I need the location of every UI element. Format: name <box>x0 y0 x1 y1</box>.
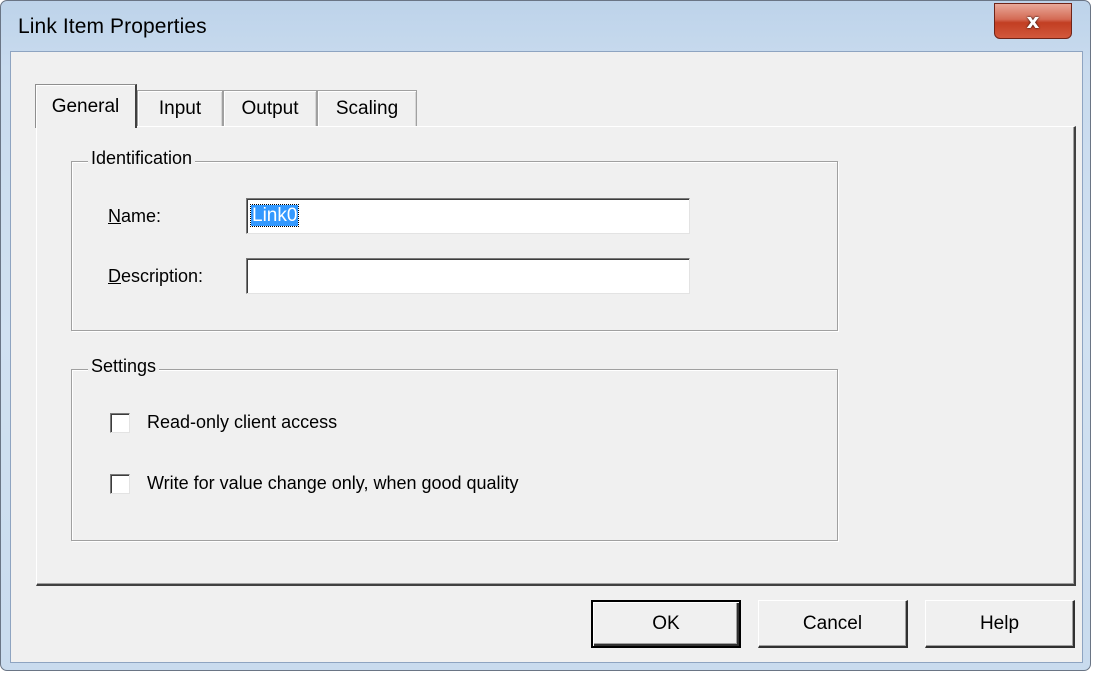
readonly-access-label[interactable]: Read-only client access <box>147 412 337 433</box>
tab-scaling[interactable]: Scaling <box>317 90 417 126</box>
identification-groupbox: Identification Name: Link0 Description: <box>71 148 838 331</box>
ok-button[interactable]: OK <box>591 600 741 648</box>
description-field[interactable] <box>246 258 690 294</box>
tab-input[interactable]: Input <box>137 90 223 126</box>
dialog-client-area: General Input Output Scaling Identificat… <box>10 51 1083 663</box>
dialog-window: Link Item Properties x General Input Out… <box>0 0 1091 671</box>
settings-groupbox: Settings Read-only client access Write f… <box>71 356 838 541</box>
write-on-change-checkbox[interactable] <box>110 473 130 494</box>
close-icon: x <box>1026 9 1040 33</box>
cancel-button[interactable]: Cancel <box>758 600 908 648</box>
name-label: Name: <box>108 206 162 226</box>
write-on-change-option[interactable]: Write for value change only, when good q… <box>110 473 519 494</box>
readonly-access-option[interactable]: Read-only client access <box>110 412 337 433</box>
description-label: Description: <box>108 266 204 286</box>
tab-general[interactable]: General <box>35 84 137 128</box>
window-title: Link Item Properties <box>18 15 207 38</box>
name-field[interactable]: Link0 <box>246 198 690 234</box>
title-bar[interactable]: Link Item Properties x <box>1 1 1090 51</box>
readonly-access-checkbox[interactable] <box>110 412 130 433</box>
close-button[interactable]: x <box>994 3 1072 39</box>
tab-output[interactable]: Output <box>223 90 317 126</box>
help-button[interactable]: Help <box>925 600 1075 648</box>
name-field-value: Link0 <box>249 204 300 227</box>
identification-group-title: Identification <box>88 148 196 169</box>
write-on-change-label[interactable]: Write for value change only, when good q… <box>147 473 519 494</box>
settings-group-title: Settings <box>88 356 160 377</box>
general-tab-panel: Identification Name: Link0 Description: … <box>36 126 1076 586</box>
